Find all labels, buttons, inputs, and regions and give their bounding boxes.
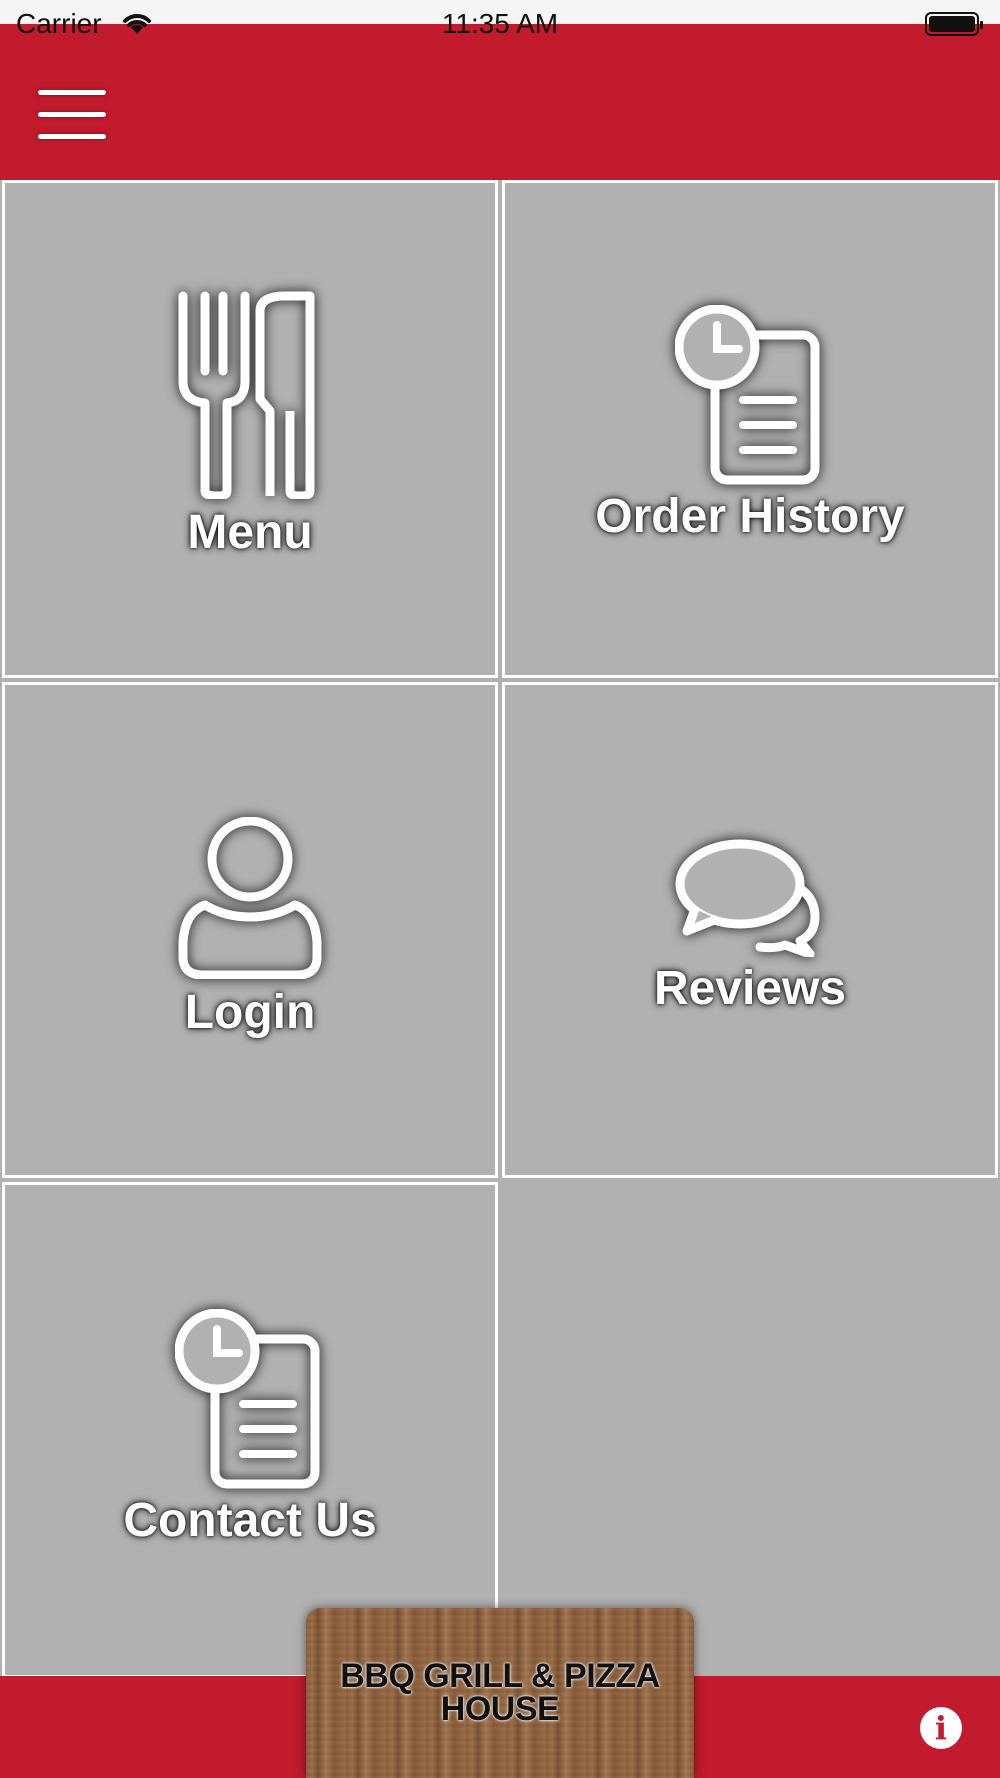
logo-text: BBQ GRILL & PIZZA HOUSE xyxy=(306,1657,694,1728)
tile-login-label: Login xyxy=(184,986,316,1039)
tile-order-history[interactable]: Order History xyxy=(502,180,998,678)
tile-contact-us-label: Contact Us xyxy=(123,1494,377,1547)
user-icon xyxy=(178,817,322,979)
chat-bubbles-icon xyxy=(675,839,820,957)
home-tile-grid: Menu Order History Login Reviews Contact… xyxy=(0,180,1000,1678)
status-time: 11:35 AM xyxy=(441,8,559,39)
fork-knife-icon xyxy=(178,291,315,499)
hamburger-menu-icon[interactable] xyxy=(38,90,108,140)
app-header xyxy=(0,24,1000,180)
clock-document-icon xyxy=(175,1309,320,1489)
battery-full-icon xyxy=(925,12,983,36)
restaurant-logo: BBQ GRILL & PIZZA HOUSE xyxy=(306,1608,694,1778)
logo-text-line1: BBQ GRILL & PIZZA xyxy=(340,1657,660,1695)
tile-order-history-label: Order History xyxy=(595,490,905,543)
tile-menu-label: Menu xyxy=(187,506,313,559)
clock-document-icon xyxy=(675,305,820,485)
tile-reviews[interactable]: Reviews xyxy=(502,682,998,1178)
tile-reviews-label: Reviews xyxy=(653,962,847,1015)
info-icon[interactable]: i xyxy=(920,1707,962,1749)
status-bar: Carrier 11:35 AM xyxy=(0,0,1000,39)
tile-menu[interactable]: Menu xyxy=(2,180,498,678)
logo-text-line2: HOUSE xyxy=(440,1690,560,1728)
tile-login[interactable]: Login xyxy=(2,682,498,1178)
tile-contact-us[interactable]: Contact Us xyxy=(2,1182,498,1678)
